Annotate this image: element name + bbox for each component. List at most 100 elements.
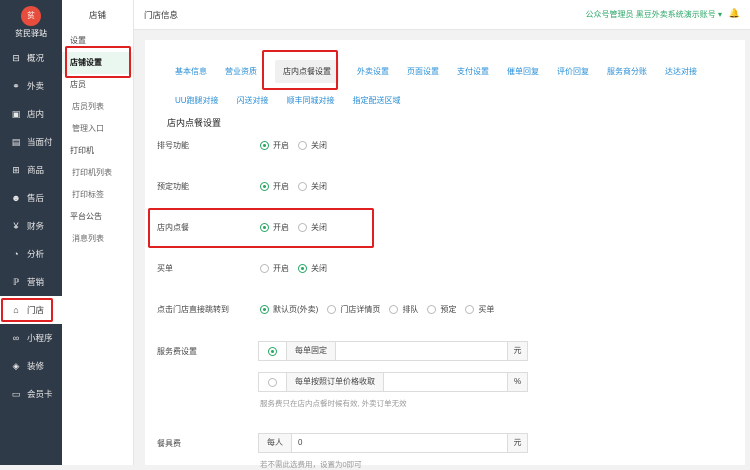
tab-0[interactable]: 基本信息	[175, 66, 207, 77]
highlight-dinein-option	[148, 208, 374, 248]
radio-unchecked-icon	[465, 305, 475, 314]
bill-off-radio[interactable]: 关闭	[298, 263, 327, 274]
subnav-item: 平台公告	[70, 212, 102, 221]
radio-unchecked-icon	[389, 305, 399, 314]
nav-item-decorate[interactable]: ◈ 装修	[0, 352, 62, 380]
reserve-off-radio[interactable]: 关闭	[298, 181, 327, 192]
page-title: 门店信息	[144, 10, 179, 20]
subnav-item: 打印机	[70, 146, 94, 155]
queue-label: 排号功能	[157, 141, 189, 150]
nav-item-scooter[interactable]: ⚭ 外卖	[0, 72, 62, 100]
nav-item-label: 售后	[27, 193, 45, 203]
jump-default-radio[interactable]: 默认页(外卖)	[260, 304, 318, 315]
tab-7[interactable]: 评价回复	[557, 66, 589, 77]
member-card-icon: ▭	[11, 388, 21, 399]
tab-13[interactable]: 指定配送区域	[353, 95, 401, 106]
nav-item-overview[interactable]: ⊟ 概况	[0, 44, 62, 72]
tab-4[interactable]: 页面设置	[407, 66, 439, 77]
nav-item-miniprogram[interactable]: ∞ 小程序	[0, 324, 62, 352]
nav-item-aftersale[interactable]: ☻ 售后	[0, 184, 62, 212]
radio-label: 关闭	[311, 182, 327, 191]
jump-reserve-radio[interactable]: 预定	[427, 304, 456, 315]
settings-tabs: 基本信息 营业资质 店内点餐设置 外卖设置 页面设置 支付设置 催单回复 评价回复 服务商分账达…	[170, 60, 730, 112]
nav-item-analysis[interactable]: ◔ 分析	[0, 240, 62, 268]
marketing-icon: ℙ	[12, 276, 20, 287]
section-title: 店内点餐设置	[167, 118, 222, 128]
nav-item-finance[interactable]: ¥ 财务	[0, 212, 62, 240]
jump-bill-radio[interactable]: 买单	[465, 304, 494, 315]
queue-on-radio[interactable]: 开启	[260, 140, 289, 151]
account-menu[interactable]: 公众号管理员 黑豆外卖系统演示账号 ▾	[586, 9, 722, 20]
jump-options: 默认页(外卖) 门店详情页 排队 预定 买单	[260, 304, 503, 315]
analysis-icon: ◔	[13, 249, 19, 259]
brand-logo: 贫	[21, 5, 41, 26]
jump-queue-radio[interactable]: 排队	[389, 304, 418, 315]
service-fixed-unit: 元	[507, 342, 527, 360]
radio-label: 买单	[478, 305, 495, 314]
radio-unchecked-icon	[298, 141, 307, 150]
service-fixed-radio[interactable]	[259, 342, 287, 360]
highlight-dinein-tab	[262, 50, 338, 90]
nav-item-label: 当面付	[27, 137, 53, 147]
reserve-label: 预定功能	[157, 182, 189, 191]
radio-checked-icon	[260, 182, 269, 191]
radio-unchecked-icon	[260, 264, 269, 273]
tableware-input[interactable]: 0	[292, 434, 507, 452]
jump-label: 点击门店直接跳转到	[157, 305, 229, 314]
decorate-icon: ◈	[12, 360, 20, 371]
jump-detail-radio[interactable]: 门店详情页	[327, 304, 380, 315]
subnav-item[interactable]: 店员列表	[62, 96, 133, 118]
radio-label: 关闭	[311, 264, 327, 273]
nav-item-goods[interactable]: ⊞ 商品	[0, 156, 62, 184]
radio-checked-icon	[268, 346, 277, 356]
tab-9[interactable]: 达达对接	[665, 66, 697, 77]
tab-6[interactable]: 催单回复	[507, 66, 539, 77]
tab-8[interactable]: 服务商分账	[607, 66, 647, 77]
miniprogram-icon: ∞	[12, 333, 20, 343]
service-fixed-input[interactable]	[336, 342, 507, 360]
subnav-item[interactable]: 管理入口	[62, 118, 133, 140]
tab-3[interactable]: 外卖设置	[357, 66, 389, 77]
service-fixed-field[interactable]: 每单固定 元	[258, 341, 528, 361]
service-fixed-prefix: 每单固定	[287, 342, 336, 360]
radio-label: 开启	[273, 264, 289, 273]
radio-checked-icon	[260, 141, 269, 150]
radio-label: 排队	[402, 305, 419, 314]
subnav-item[interactable]: 打印标签	[62, 184, 133, 206]
brand-name: 贫民驿站	[15, 28, 47, 38]
content-card: 基本信息 营业资质店内点餐设置 外卖设置 页面设置 支付设置 催单回复 评价回复 服务商分账 达…	[145, 40, 745, 469]
tab-12[interactable]: 顺丰同城对接	[287, 95, 335, 106]
bill-on-radio[interactable]: 开启	[260, 263, 289, 274]
tab-11[interactable]: 闪送对接	[237, 95, 269, 106]
service-percent-field[interactable]: 每单按照订单价格收取 %	[258, 372, 528, 392]
reserve-on-radio[interactable]: 开启	[260, 181, 289, 192]
chevron-down-icon: ▾	[717, 10, 722, 19]
nav-item-label: 装修	[27, 361, 45, 371]
service-percent-input[interactable]	[384, 373, 507, 391]
tab-10[interactable]: UU跑腿对接	[175, 95, 219, 106]
queue-off-radio[interactable]: 关闭	[298, 140, 327, 151]
account-name: 公众号管理员 黑豆外卖系统演示账号	[585, 10, 716, 19]
tableware-fee-field[interactable]: 每人 0 元	[258, 433, 528, 453]
sub-sidebar-title: 店铺	[88, 10, 106, 20]
nav-item-label: 小程序	[27, 333, 53, 343]
overview-icon: ⊟	[12, 52, 20, 63]
tab-1[interactable]: 营业资质	[225, 66, 257, 77]
tableware-prefix: 每人	[259, 434, 292, 452]
nav-item-shop[interactable]: ▣ 店内	[0, 100, 62, 128]
subnav-item[interactable]: 打印机列表	[62, 162, 133, 184]
subnav-item[interactable]: 消息列表	[62, 228, 133, 250]
radio-label: 开启	[273, 182, 289, 191]
radio-label: 预定	[440, 305, 457, 314]
nav-item-member-card[interactable]: ▭ 会员卡	[0, 380, 62, 408]
radio-unchecked-icon	[327, 305, 337, 314]
radio-label: 默认页(外卖)	[273, 305, 319, 314]
service-percent-radio[interactable]	[259, 373, 287, 391]
radio-label: 关闭	[311, 141, 327, 150]
bell-icon[interactable]: 🔔	[729, 8, 740, 19]
bill-options: 开启 关闭	[260, 263, 336, 274]
tab-5[interactable]: 支付设置	[457, 66, 489, 77]
nav-item-pay[interactable]: ▤ 当面付	[0, 128, 62, 156]
nav-item-marketing[interactable]: ℙ 营销	[0, 268, 62, 296]
radio-unchecked-icon	[298, 182, 307, 191]
